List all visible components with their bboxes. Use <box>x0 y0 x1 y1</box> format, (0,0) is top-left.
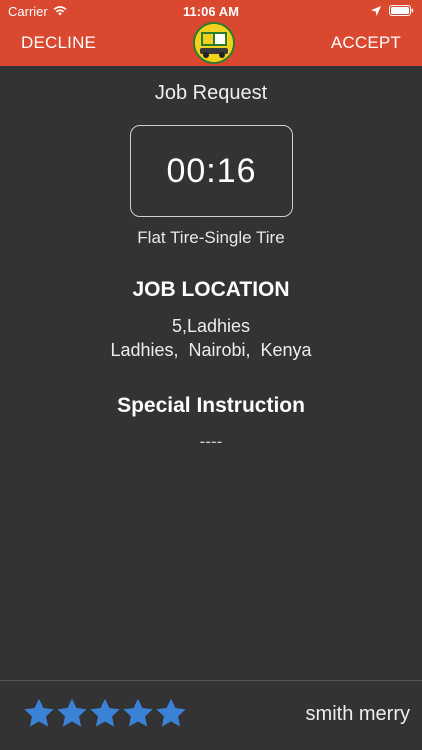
accept-button[interactable]: ACCEPT <box>331 33 401 53</box>
status-right-group <box>371 4 414 19</box>
special-instruction-text: ---- <box>199 432 223 451</box>
service-type: Flat Tire-Single Tire <box>137 228 285 247</box>
star-icon <box>24 699 54 728</box>
countdown-timer: 00:16 <box>130 125 293 217</box>
job-location-heading: JOB LOCATION <box>132 278 290 301</box>
address-line-2: Ladhies, Nairobi, Kenya <box>110 340 312 360</box>
page-title: Job Request <box>154 82 268 104</box>
star-rating <box>24 699 186 728</box>
star-icon <box>123 699 153 728</box>
battery-icon <box>389 4 414 19</box>
user-name: smith merry <box>305 703 410 725</box>
special-instruction-heading: Special Instruction <box>117 394 305 417</box>
location-arrow-icon <box>371 4 381 19</box>
star-icon <box>156 699 186 728</box>
timer-value: 00:16 <box>166 151 257 190</box>
star-icon <box>57 699 87 728</box>
address-line-1: 5,Ladhies <box>171 316 251 336</box>
app-logo <box>193 22 235 64</box>
star-icon <box>90 699 120 728</box>
status-bar: Carrier 11:06 AM <box>0 0 422 22</box>
status-time: 11:06 AM <box>183 4 239 19</box>
footer-bar: smith merry <box>0 680 422 750</box>
decline-button[interactable]: DECLINE <box>21 33 96 53</box>
header-bar: Carrier 11:06 AM DECLINE ACCEPT <box>0 0 422 66</box>
